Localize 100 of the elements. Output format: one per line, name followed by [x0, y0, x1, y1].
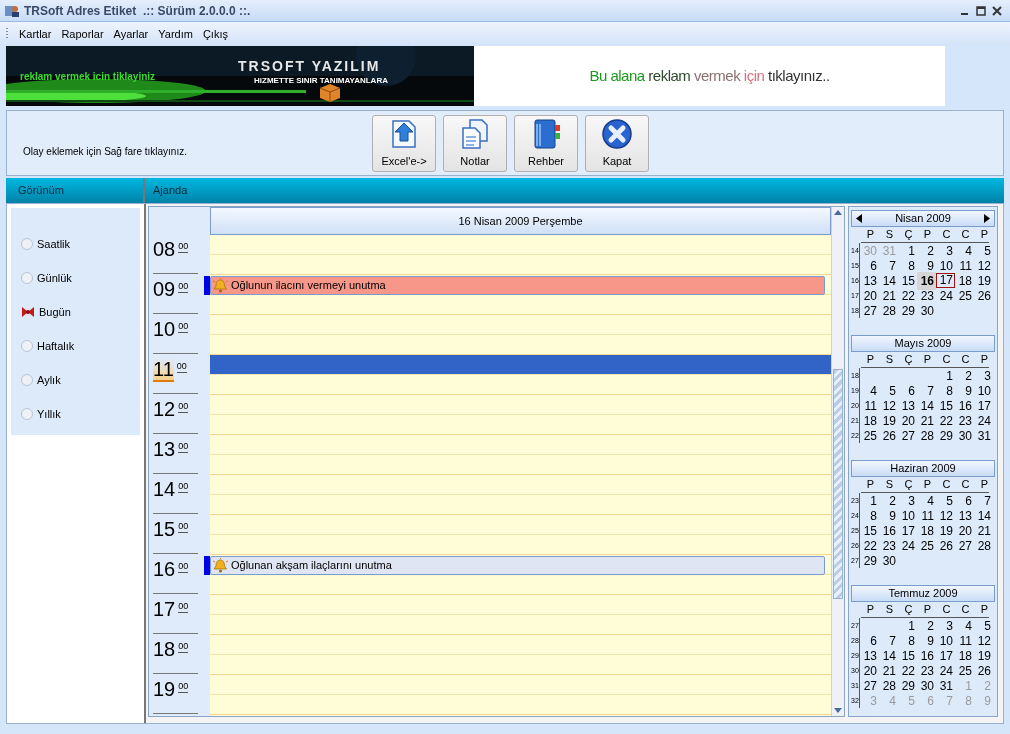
time-slot[interactable] — [210, 355, 831, 375]
minute-text: 00 — [178, 520, 189, 533]
menu-item[interactable]: Çıkış — [202, 25, 228, 43]
hour-text: 11 — [153, 358, 174, 382]
minute-text: 00 — [176, 360, 187, 373]
ad-text: Bu alana — [589, 65, 646, 86]
event-marker — [204, 276, 210, 295]
weekday-label: Ç — [903, 602, 914, 618]
hour-text: 09 — [153, 278, 176, 300]
option-label: Aylık — [37, 372, 61, 388]
weekday-label: C — [941, 477, 952, 493]
bow-icon — [21, 306, 35, 318]
weekday-label: C — [941, 227, 952, 243]
banner-ad[interactable]: reklam vermek icin tiklayiniz TRSOFT YAZILIM HiZMETTE SINIR TANIMAYANLARA — [6, 46, 474, 106]
hour-text: 14 — [153, 478, 176, 500]
weekday-label: P — [922, 352, 933, 368]
hour-text: 18 — [153, 638, 176, 660]
weekday-label: C — [960, 477, 971, 493]
radio-icon — [21, 340, 33, 352]
weekday-label: P — [865, 227, 876, 243]
weekday-label: C — [941, 602, 952, 618]
weekday-label: P — [979, 352, 990, 368]
event-marker — [204, 556, 210, 575]
radio-icon — [21, 238, 33, 250]
weekday-label: P — [979, 227, 990, 243]
close-icon — [600, 116, 634, 151]
weekday-label: Ç — [903, 477, 914, 493]
view-option[interactable]: Saatlik — [21, 234, 140, 254]
scrollbar[interactable] — [831, 207, 844, 716]
weekday-label: C — [960, 602, 971, 618]
weekday-label: P — [979, 477, 990, 493]
option-label: Saatlik — [37, 236, 71, 252]
minute-text: 00 — [178, 280, 189, 293]
close-icon[interactable] — [992, 5, 1002, 16]
month-title: Mayıs 2009 — [894, 336, 952, 352]
weekday-label: P — [922, 477, 933, 493]
scroll-thumb[interactable] — [833, 369, 843, 599]
weekday-label: P — [865, 477, 876, 493]
month-title: Nisan 2009 — [895, 211, 951, 227]
view-option[interactable]: Aylık — [21, 370, 140, 390]
month-title: Temmuz 2009 — [888, 586, 958, 602]
option-label: Günlük — [37, 270, 72, 286]
event-text: Oğlunun ilacını vermeyi unutma — [231, 278, 386, 294]
minute-text: 00 — [178, 560, 189, 573]
window-title: TRSoft Adres Etiket .:: Sürüm 2.0.0.0 ::. — [24, 2, 251, 20]
radio-icon — [21, 408, 33, 420]
hour-text: 10 — [153, 318, 176, 340]
toolbar-button[interactable]: Rehber — [514, 114, 578, 172]
menu-item[interactable]: Raporlar — [61, 25, 104, 43]
view-option[interactable]: Günlük — [21, 268, 140, 288]
weekday-label: Ç — [903, 352, 914, 368]
text-ad[interactable]: Bu alana reklam vermek için tıklayınız.. — [474, 46, 945, 106]
day-cell[interactable]: 16 — [917, 271, 936, 290]
minute-text: 00 — [178, 240, 189, 253]
bell-icon — [212, 558, 229, 573]
option-label: Haftalık — [37, 338, 75, 354]
weekday-label: C — [941, 352, 952, 368]
minute-text: 00 — [178, 320, 189, 333]
minute-text: 00 — [178, 640, 189, 653]
next-month-icon[interactable] — [984, 214, 990, 223]
weekday-label: P — [865, 602, 876, 618]
radio-icon — [21, 272, 33, 284]
ad-text: tıklayınız.. — [768, 65, 830, 86]
weekday-label: P — [979, 602, 990, 618]
weekday-label: C — [960, 227, 971, 243]
minute-text: 00 — [178, 680, 189, 693]
hour-text: 15 — [153, 518, 176, 540]
weekday-label: S — [884, 477, 895, 493]
month-title: Haziran 2009 — [890, 461, 956, 477]
weekday-label: P — [865, 352, 876, 368]
ad-text: için — [743, 65, 766, 86]
view-option[interactable]: Haftalık — [21, 336, 140, 356]
toolbar-button[interactable]: Excel'e-> — [372, 114, 436, 172]
menu-item[interactable]: Kartlar — [19, 25, 52, 43]
cube-icon — [320, 84, 340, 102]
option-label: Bugün — [39, 304, 71, 320]
weekday-label: S — [884, 227, 895, 243]
option-label: Yıllık — [37, 406, 61, 422]
menu-item[interactable]: Yardım — [158, 25, 193, 43]
minute-text: 00 — [178, 600, 189, 613]
hour-text: 19 — [153, 678, 176, 700]
hour-text: 08 — [153, 238, 176, 260]
previous-month-icon[interactable] — [856, 214, 862, 223]
weekday-label: P — [922, 227, 933, 243]
view-option[interactable]: Yıllık — [21, 404, 140, 424]
day-cell[interactable]: 17 — [936, 273, 955, 288]
weekday-label: C — [960, 352, 971, 368]
menu-item[interactable]: Ayarlar — [113, 25, 149, 43]
toolbar-button[interactable]: Kapat — [585, 114, 649, 172]
toolbar-button[interactable]: Notlar — [443, 114, 507, 172]
day-cell[interactable]: 24 — [936, 286, 955, 305]
weekday-label: Ç — [903, 227, 914, 243]
ad-text: reklam — [648, 65, 692, 86]
maximize-icon[interactable] — [976, 5, 986, 16]
view-option[interactable]: Bugün — [21, 302, 140, 322]
ad-text: vermek — [694, 65, 742, 86]
minute-text: 00 — [178, 400, 189, 413]
radio-icon — [21, 374, 33, 386]
app-icon — [4, 3, 20, 18]
date-header: 16 Nisan 2009 Perşembe — [210, 207, 831, 235]
